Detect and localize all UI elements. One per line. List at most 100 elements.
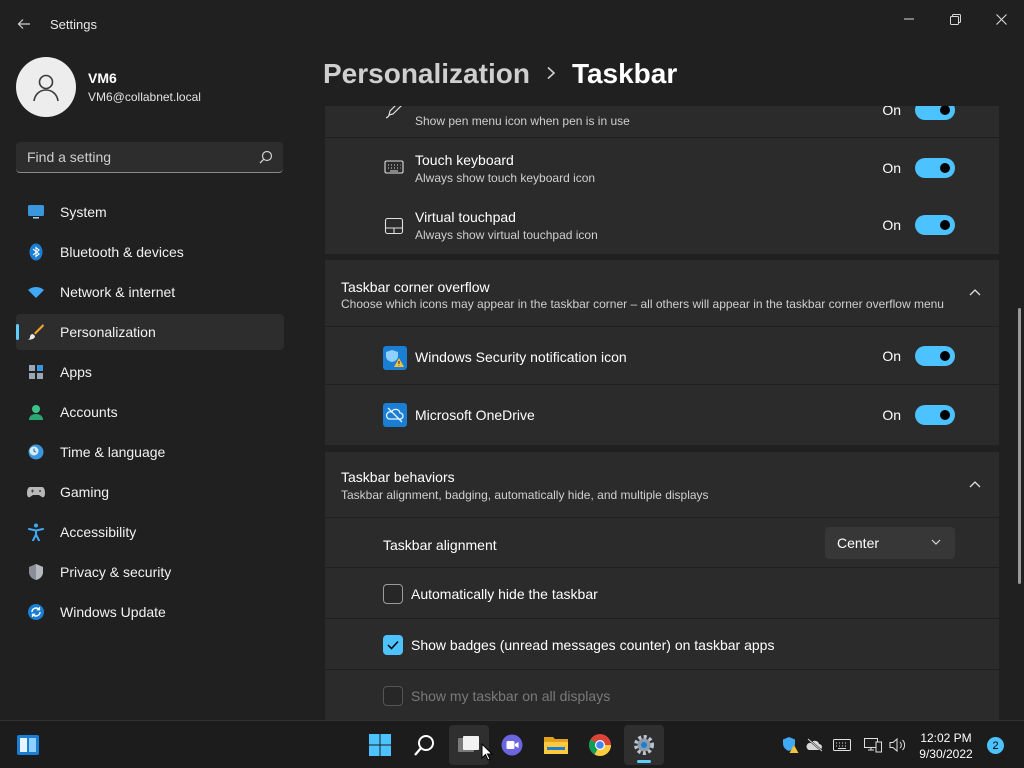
search-taskbar-button[interactable]: [405, 725, 445, 765]
virtual-touchpad-toggle-state: On: [882, 217, 901, 233]
touch-keyboard-row: Touch keyboard Always show touch keyboar…: [325, 137, 999, 196]
widgets-button[interactable]: [8, 725, 48, 765]
controller-icon: [26, 482, 46, 502]
onedrive-icon: [383, 403, 407, 427]
chat-button[interactable]: [492, 725, 532, 765]
auto-hide-label: Automatically hide the taskbar: [411, 586, 598, 602]
security-tray-icon[interactable]: [780, 735, 800, 755]
sidebar-item-personalization[interactable]: Personalization: [16, 314, 284, 350]
brush-icon: [26, 322, 46, 342]
search-box: [16, 142, 283, 173]
search-icon: [414, 735, 434, 756]
chevron-up-icon[interactable]: [969, 288, 981, 296]
sidebar-item-label: Accounts: [60, 404, 118, 420]
touch-keyboard-tray-icon[interactable]: [832, 735, 852, 755]
accessibility-icon: [26, 522, 46, 542]
windows-logo-icon: [369, 734, 391, 756]
sidebar-item-bluetooth[interactable]: Bluetooth & devices: [16, 234, 284, 270]
show-badges-checkbox[interactable]: [383, 635, 403, 655]
sidebar-item-windows-update[interactable]: Windows Update: [16, 594, 284, 630]
notification-badge[interactable]: 2: [987, 737, 1004, 754]
security-icon-toggle[interactable]: [915, 346, 955, 366]
virtual-touchpad-subtitle: Always show virtual touchpad icon: [415, 228, 598, 242]
chat-icon: [501, 734, 523, 756]
sidebar-item-system[interactable]: System: [16, 194, 284, 230]
sidebar-nav: System Bluetooth & devices Network & int…: [16, 194, 284, 634]
taskbar-behaviors-card: Taskbar alignment Center Automatically h…: [325, 518, 999, 720]
sidebar-item-label: System: [60, 204, 107, 220]
overflow-row-onedrive: Microsoft OneDrive On: [325, 386, 999, 445]
restore-button[interactable]: [932, 4, 978, 34]
minimize-button[interactable]: [886, 4, 932, 34]
minimize-icon: [904, 18, 914, 20]
chrome-button[interactable]: [580, 725, 620, 765]
back-button[interactable]: [10, 10, 38, 38]
restore-icon: [949, 13, 961, 25]
close-icon: [995, 13, 1007, 25]
sidebar-item-accounts[interactable]: Accounts: [16, 394, 284, 430]
sidebar-item-time-language[interactable]: Time & language: [16, 434, 284, 470]
pen-menu-toggle-state: On: [882, 106, 901, 118]
all-displays-label: Show my taskbar on all displays: [411, 688, 611, 704]
settings-taskbar-button[interactable]: [624, 725, 664, 765]
overflow-onedrive-label: Microsoft OneDrive: [415, 407, 535, 423]
touch-keyboard-title: Touch keyboard: [415, 152, 514, 168]
folder-icon: [544, 737, 568, 754]
sidebar-item-accessibility[interactable]: Accessibility: [16, 514, 284, 550]
chrome-icon: [589, 734, 611, 756]
virtual-touchpad-row: Virtual touchpad Always show virtual tou…: [325, 196, 999, 254]
sidebar-item-label: Gaming: [60, 484, 110, 500]
shield-icon: [26, 562, 46, 582]
taskbar: 12:02 PM 9/30/2022 2: [0, 720, 1024, 768]
sidebar-item-label: Apps: [60, 364, 92, 380]
touchpad-icon: [383, 215, 405, 237]
sidebar-item-gaming[interactable]: Gaming: [16, 474, 284, 510]
taskbar-alignment-dropdown[interactable]: Center: [825, 527, 955, 559]
start-button[interactable]: [360, 725, 400, 765]
breadcrumb-parent[interactable]: Personalization: [323, 58, 530, 90]
search-input[interactable]: [16, 142, 251, 172]
sidebar-item-label: Time & language: [60, 444, 166, 460]
touch-keyboard-toggle[interactable]: [915, 158, 955, 178]
active-app-indicator: [637, 760, 651, 763]
onedrive-tray-icon[interactable]: [805, 735, 825, 755]
taskbar-behaviors-subtitle: Taskbar alignment, badging, automaticall…: [341, 488, 709, 502]
taskbar-clock[interactable]: 12:02 PM 9/30/2022: [905, 730, 987, 762]
overflow-row-security: Windows Security notification icon On: [325, 327, 999, 385]
search-icon[interactable]: [259, 150, 273, 164]
mouse-cursor-icon: [481, 743, 493, 761]
corner-overflow-card: Windows Security notification icon On Mi…: [325, 327, 999, 445]
settings-window: Settings VM6 VM6@collabnet.local System: [0, 0, 1024, 720]
sidebar-item-network[interactable]: Network & internet: [16, 274, 284, 310]
all-displays-checkbox[interactable]: [383, 686, 403, 706]
show-badges-row: Show badges (unread messages counter) on…: [325, 620, 999, 670]
sidebar-item-label: Bluetooth & devices: [60, 244, 184, 260]
update-icon: [26, 602, 46, 622]
back-arrow-icon: [17, 19, 30, 29]
sidebar-item-label: Accessibility: [60, 524, 137, 540]
show-badges-label: Show badges (unread messages counter) on…: [411, 637, 775, 653]
person-icon: [26, 402, 46, 422]
taskbar-behaviors-header[interactable]: Taskbar behaviors Taskbar alignment, bad…: [325, 452, 999, 517]
user-profile[interactable]: VM6 VM6@collabnet.local: [16, 57, 201, 117]
close-button[interactable]: [978, 4, 1024, 34]
onedrive-icon-toggle[interactable]: [915, 405, 955, 425]
sidebar-item-apps[interactable]: Apps: [16, 354, 284, 390]
pen-menu-toggle[interactable]: [915, 106, 955, 120]
gear-icon: [634, 735, 654, 755]
content-scrollbar[interactable]: [1018, 308, 1021, 584]
windows-security-icon: [383, 346, 407, 370]
network-tray-icon[interactable]: [863, 735, 883, 755]
chevron-up-icon[interactable]: [969, 480, 981, 488]
wifi-icon: [26, 282, 46, 302]
virtual-touchpad-toggle[interactable]: [915, 215, 955, 235]
taskbar-alignment-value: Center: [837, 535, 880, 551]
overflow-security-label: Windows Security notification icon: [415, 349, 627, 365]
file-explorer-button[interactable]: [536, 725, 576, 765]
corner-overflow-header[interactable]: Taskbar corner overflow Choose which ico…: [325, 260, 999, 326]
all-displays-row: Show my taskbar on all displays: [325, 671, 999, 720]
clock-time: 12:02 PM: [920, 731, 972, 745]
auto-hide-checkbox[interactable]: [383, 584, 403, 604]
sidebar-item-label: Privacy & security: [60, 564, 172, 580]
sidebar-item-privacy-security[interactable]: Privacy & security: [16, 554, 284, 590]
